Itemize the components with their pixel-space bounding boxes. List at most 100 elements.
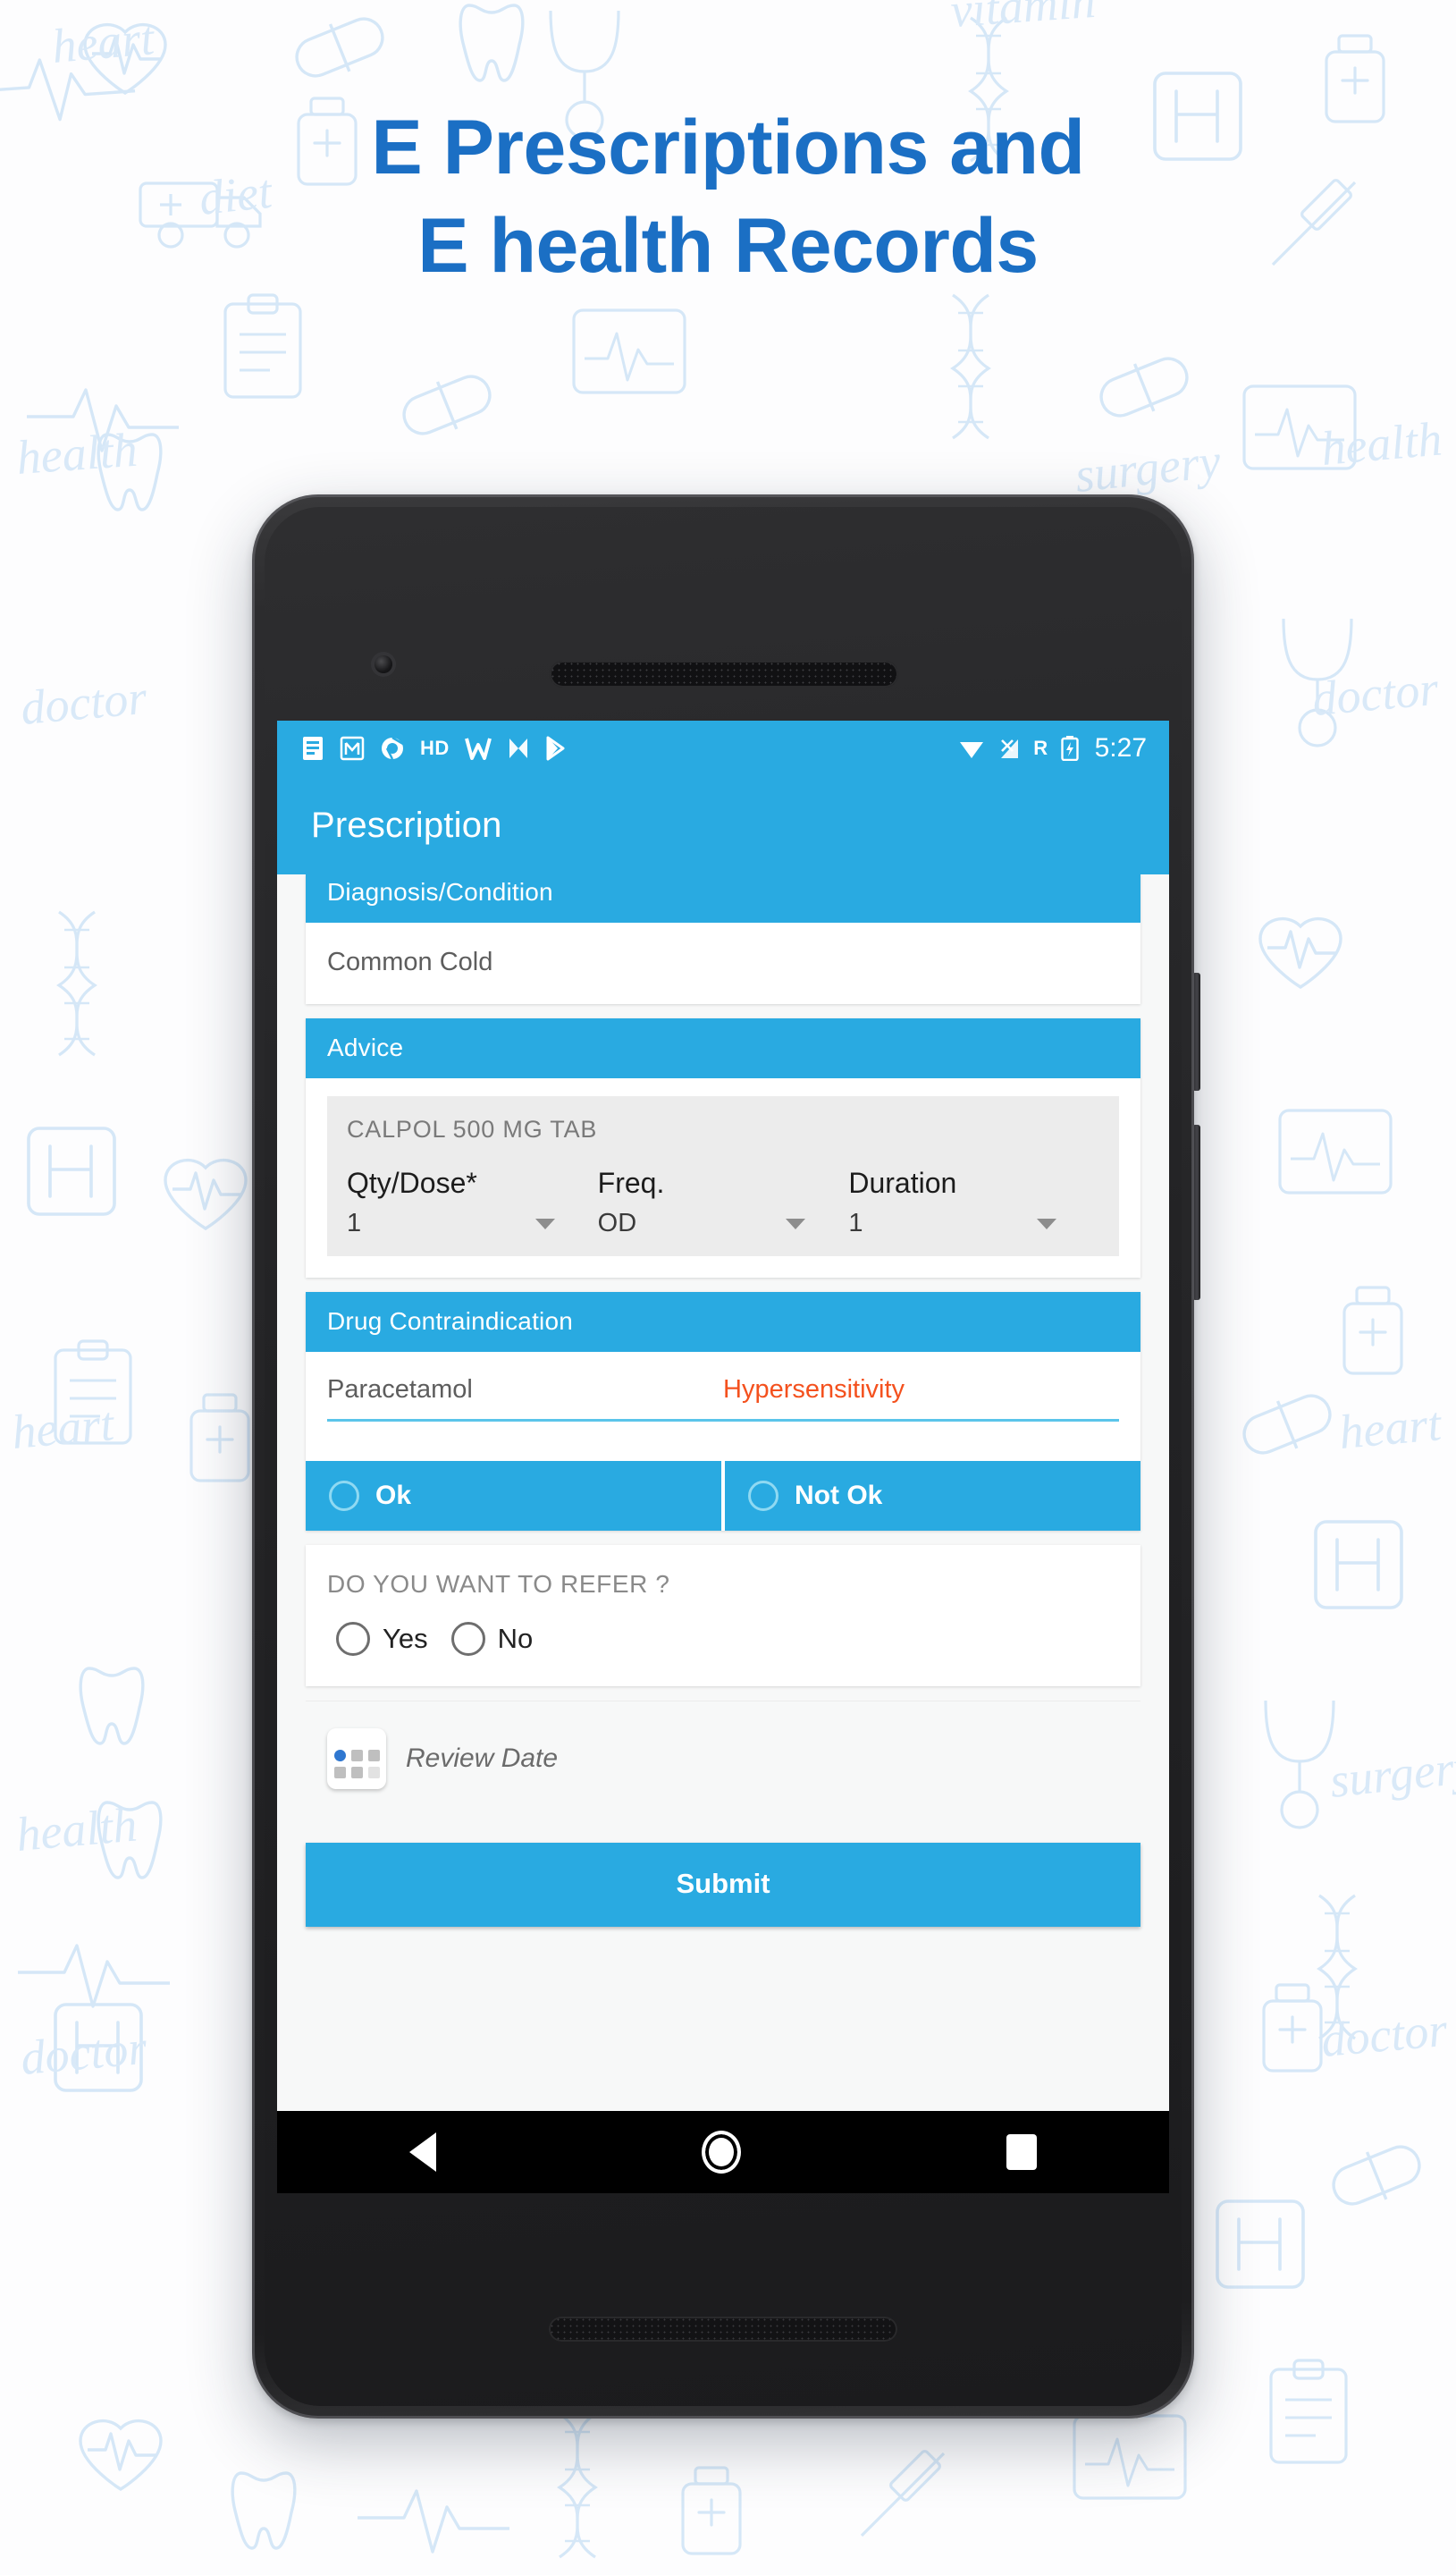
android-navigation-bar	[277, 2111, 1169, 2193]
roaming-icon: R	[1033, 737, 1048, 759]
chrome-icon	[380, 736, 405, 761]
calendar-dot	[334, 1767, 346, 1778]
diagnosis-section-header: Diagnosis/Condition	[306, 874, 1140, 923]
chevron-down-icon	[786, 1218, 806, 1229]
contraindication-option-ok-label: Ok	[375, 1481, 412, 1510]
submit-area: Submit	[277, 1819, 1169, 1927]
freq-dropdown[interactable]: OD	[598, 1209, 829, 1238]
review-date-row[interactable]: Review Date	[306, 1701, 1140, 1819]
diagnosis-value[interactable]: Common Cold	[306, 923, 1140, 1004]
svg-text:doctor: doctor	[19, 671, 150, 735]
advice-card: Advice CALPOL 500 MG TAB Qty/Dose* 1 Fre…	[306, 1018, 1140, 1278]
svg-text:surgery: surgery	[1073, 434, 1223, 502]
contraindication-option-not-ok-label: Not Ok	[795, 1481, 883, 1510]
drug-name: CALPOL 500 MG TAB	[347, 1116, 598, 1143]
promo-screenshot: heart diet vitamin surgery health health…	[0, 0, 1456, 2575]
refer-option-yes-label: Yes	[383, 1623, 428, 1654]
duration-field[interactable]: Duration 1	[848, 1167, 1099, 1238]
duration-label: Duration	[848, 1167, 957, 1199]
svg-text:doctor: doctor	[1310, 662, 1442, 726]
qty-dose-field[interactable]: Qty/Dose* 1	[347, 1167, 598, 1238]
contraindication-options: Ok Not Ok	[306, 1461, 1140, 1531]
wordpress-icon	[464, 737, 492, 760]
refer-card: DO YOU WANT TO REFER ? Yes No	[306, 1545, 1140, 1686]
status-bar-notification-icons: HD	[301, 736, 958, 761]
svg-text:surgery: surgery	[1327, 1739, 1456, 1808]
app-bar: Prescription	[277, 776, 1169, 874]
phone-screen: HD R 5:27 Prescription Diagnosis/Conditi…	[277, 721, 1169, 2193]
svg-text:heart: heart	[10, 1397, 118, 1459]
field-underline	[327, 1419, 1119, 1422]
refer-body: DO YOU WANT TO REFER ? Yes No	[306, 1545, 1140, 1686]
drug-entry: CALPOL 500 MG TAB Qty/Dose* 1 Freq. OD D…	[327, 1096, 1119, 1256]
earpiece-speaker	[550, 661, 898, 688]
front-camera-icon	[375, 655, 392, 673]
advice-section-header: Advice	[306, 1018, 1140, 1078]
qty-dose-value: 1	[347, 1209, 362, 1237]
battery-charging-icon	[1060, 736, 1079, 761]
radio-icon	[450, 1622, 485, 1656]
home-button[interactable]	[701, 2131, 741, 2174]
diagnosis-card: Diagnosis/Condition Common Cold	[306, 874, 1140, 1004]
svg-text:health: health	[15, 423, 139, 485]
chevron-down-icon	[534, 1218, 555, 1229]
contraindication-option-ok[interactable]: Ok	[306, 1461, 721, 1531]
hd-icon: HD	[420, 737, 450, 759]
refer-option-yes[interactable]: Yes	[336, 1622, 428, 1656]
review-date-placeholder: Review Date	[406, 1743, 559, 1773]
nfc-icon	[507, 737, 530, 760]
calendar-dot-selected	[334, 1750, 346, 1761]
page-title: Prescription	[311, 805, 502, 845]
wifi-icon	[958, 737, 985, 760]
calendar-grid	[334, 1750, 380, 1778]
recents-button[interactable]	[1006, 2134, 1037, 2170]
contraindication-drug: Paracetamol	[327, 1375, 473, 1404]
svg-text:heart: heart	[1337, 1397, 1445, 1459]
volume-rocker-button[interactable]	[1192, 1125, 1200, 1300]
calendar-dot	[368, 1767, 380, 1778]
contraindication-body: Paracetamol Hypersensitivity	[306, 1352, 1140, 1429]
contraindication-card: Drug Contraindication Paracetamol Hypers…	[306, 1292, 1140, 1531]
duration-dropdown[interactable]: 1	[848, 1209, 1080, 1238]
contraindication-section-header: Drug Contraindication	[306, 1292, 1140, 1352]
svg-text:doctor: doctor	[19, 2021, 150, 2085]
freq-value: OD	[597, 1209, 637, 1237]
refer-option-no[interactable]: No	[450, 1622, 534, 1656]
duration-value: 1	[848, 1209, 863, 1237]
calendar-icon[interactable]	[327, 1728, 386, 1789]
contraindication-warning: Hypersensitivity	[723, 1375, 905, 1404]
svg-text:health: health	[1319, 411, 1444, 476]
status-bar-system-icons: R 5:27	[958, 733, 1147, 764]
freq-label: Freq.	[597, 1167, 665, 1199]
form-scroll-container[interactable]: Diagnosis/Condition Common Cold Advice C…	[277, 874, 1169, 2111]
radio-icon	[336, 1622, 370, 1656]
phone-mockup: HD R 5:27 Prescription Diagnosis/Conditi…	[252, 494, 1200, 2419]
back-button[interactable]	[409, 2132, 437, 2172]
notes-icon	[301, 736, 324, 761]
submit-button[interactable]: Submit	[306, 1843, 1140, 1927]
svg-text:health: health	[14, 1797, 139, 1862]
clock: 5:27	[1094, 733, 1147, 763]
refer-options: Yes No	[327, 1622, 1119, 1656]
drug-fields: Qty/Dose* 1 Freq. OD Duration 1	[347, 1167, 1099, 1238]
contraindication-option-not-ok[interactable]: Not Ok	[725, 1461, 1140, 1531]
spacer	[306, 1429, 1140, 1461]
calendar-dot	[368, 1750, 380, 1761]
qty-dose-dropdown[interactable]: 1	[347, 1209, 578, 1238]
calendar-dot	[351, 1767, 363, 1778]
headline-line-2: E health Records	[417, 203, 1039, 290]
bottom-speaker	[549, 2317, 897, 2342]
signal-icon	[997, 737, 1021, 760]
power-button[interactable]	[1192, 973, 1200, 1091]
play-store-icon	[545, 736, 567, 761]
refer-question: DO YOU WANT TO REFER ?	[327, 1570, 670, 1598]
refer-option-no-label: No	[497, 1623, 534, 1654]
radio-icon	[748, 1481, 778, 1511]
qty-dose-label: Qty/Dose*	[347, 1167, 477, 1199]
status-bar: HD R 5:27	[277, 721, 1169, 776]
freq-field[interactable]: Freq. OD	[598, 1167, 849, 1238]
svg-text:heart: heart	[50, 11, 158, 73]
svg-text:vitamin: vitamin	[949, 0, 1098, 38]
radio-icon	[329, 1481, 359, 1511]
svg-text:doctor: doctor	[1319, 2003, 1451, 2067]
